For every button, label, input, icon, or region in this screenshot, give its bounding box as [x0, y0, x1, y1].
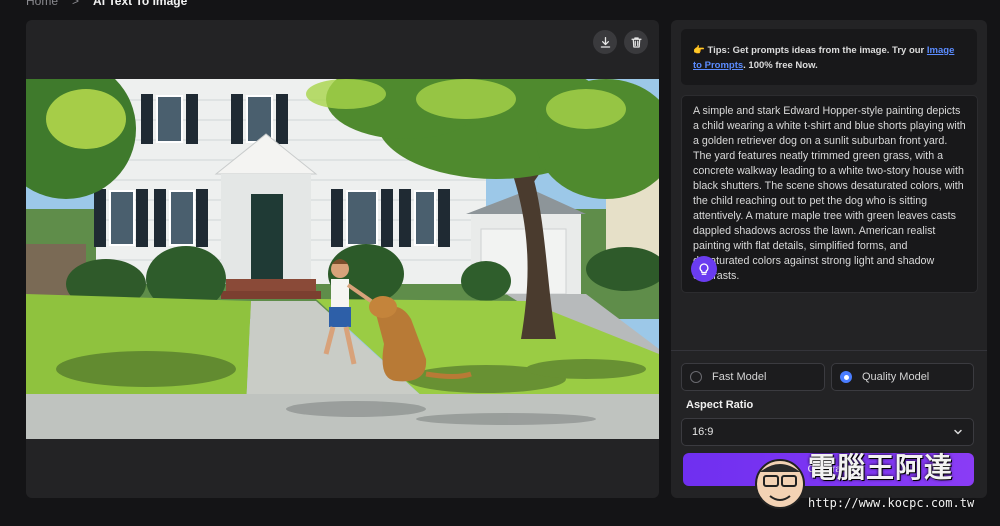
- settings-panel: 👉 Tips: Get prompts ideas from the image…: [671, 20, 987, 498]
- quality-model-label: Quality Model: [862, 371, 930, 383]
- breadcrumb-current: AI Text To Image: [93, 0, 188, 8]
- generated-image: [26, 79, 659, 439]
- prompt-assist-button[interactable]: [691, 256, 717, 282]
- chevron-down-icon: [954, 429, 962, 435]
- image-preview-panel: [26, 20, 659, 498]
- tip-suffix: . 100% free Now.: [743, 60, 818, 71]
- tip-text: 👉 Tips: Get prompts ideas from the image…: [693, 45, 927, 56]
- watermark-url: http://www.kocpc.com.tw: [808, 496, 975, 510]
- section-divider: [671, 350, 987, 351]
- fast-model-option[interactable]: Fast Model: [681, 363, 825, 391]
- prompt-textarea[interactable]: A simple and stark Edward Hopper-style p…: [681, 95, 978, 293]
- download-icon: [600, 36, 610, 48]
- generate-button[interactable]: Generate: [683, 453, 974, 486]
- breadcrumb-separator: >: [72, 0, 80, 8]
- fast-model-radio[interactable]: [690, 371, 702, 383]
- fast-model-label: Fast Model: [712, 371, 767, 383]
- download-button[interactable]: [593, 30, 617, 54]
- aspect-ratio-label: Aspect Ratio: [686, 399, 754, 411]
- breadcrumb: Home > AI Text To Image: [26, 0, 187, 8]
- aspect-ratio-select[interactable]: 16:9: [681, 418, 974, 446]
- breadcrumb-home[interactable]: Home: [26, 0, 58, 8]
- lightbulb-icon: [699, 263, 709, 275]
- trash-icon: [630, 36, 642, 48]
- painting-illustration: [26, 79, 659, 439]
- aspect-ratio-value: 16:9: [692, 426, 714, 438]
- quality-model-option[interactable]: Quality Model: [831, 363, 974, 391]
- quality-model-radio[interactable]: [840, 371, 852, 383]
- delete-button[interactable]: [624, 30, 648, 54]
- tip-box: 👉 Tips: Get prompts ideas from the image…: [681, 29, 977, 85]
